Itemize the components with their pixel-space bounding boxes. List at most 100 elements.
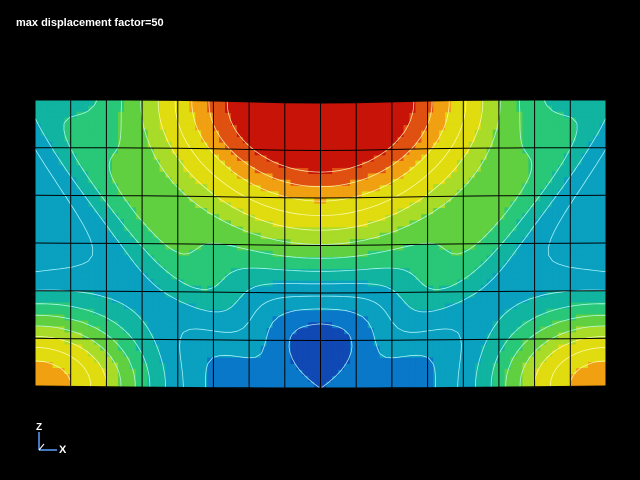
contour-cell [409, 232, 416, 239]
contour-cell [207, 267, 214, 275]
contour-cell [183, 207, 190, 215]
contour-cell [135, 332, 143, 340]
contour-cell [326, 286, 333, 294]
contour-cell [433, 279, 440, 287]
contour-cell [248, 268, 256, 276]
contour-cell [498, 374, 506, 382]
contour-cell [195, 112, 202, 120]
contour-cell [587, 356, 595, 363]
contour-cell [546, 368, 553, 376]
contour-cell [593, 195, 601, 202]
contour-cell [433, 148, 440, 155]
contour-cell [403, 363, 411, 371]
contour-cell [278, 381, 286, 389]
contour-cell [171, 279, 179, 287]
contour-cell [498, 183, 506, 191]
contour-cell [201, 255, 208, 263]
contour-cell [117, 249, 125, 256]
contour-cell [581, 189, 589, 196]
contour-cell [284, 369, 292, 377]
contour-cell [88, 135, 95, 143]
contour-cell [338, 310, 345, 318]
contour-cell [379, 375, 387, 383]
contour-cell [451, 112, 458, 119]
contour-cell [302, 334, 309, 341]
contour-cell [34, 349, 42, 357]
contour-cell [248, 107, 256, 115]
contour-cell [183, 291, 190, 299]
contour-cell [82, 260, 89, 268]
contour-cell [462, 231, 470, 239]
contour-cell [260, 322, 268, 329]
contour-cell [177, 171, 184, 179]
contour-cell [516, 159, 524, 167]
contour-cell [308, 375, 315, 383]
contour-cell [213, 100, 220, 108]
contour-cell [516, 201, 524, 208]
contour-cell [189, 381, 196, 388]
contour-cell [343, 191, 351, 199]
coordinate-triad[interactable]: Z X [36, 422, 67, 456]
contour-cell [510, 123, 518, 131]
contour-cell [326, 363, 333, 371]
contour-cell [546, 189, 553, 196]
contour-cell [546, 153, 553, 161]
contour-cell [147, 303, 155, 310]
contour-cell [385, 113, 393, 121]
contour-cell [385, 256, 393, 264]
contour-cell [492, 338, 500, 346]
contour-cell [278, 375, 286, 383]
contour-cell [391, 131, 399, 138]
contour-cell [201, 249, 208, 257]
contour-cell [171, 327, 179, 334]
contour-cell [391, 315, 399, 323]
contour-cell [46, 105, 54, 113]
fem-contour-plot[interactable]: Z X [0, 0, 640, 480]
contour-cell [403, 315, 411, 323]
contour-cell [302, 126, 309, 133]
contour-cell [343, 292, 351, 300]
contour-cell [480, 273, 488, 280]
contour-cell [171, 213, 179, 221]
contour-cell [207, 297, 214, 305]
contour-cell [284, 126, 292, 133]
contour-cell [552, 147, 559, 155]
contour-cell [225, 214, 232, 222]
contour-cell [260, 208, 268, 216]
contour-cell [391, 166, 399, 174]
contour-cell [445, 189, 452, 197]
contour-cell [581, 171, 589, 178]
viewport[interactable]: max displacement factor=50 Z X [0, 0, 640, 480]
contour-cell [278, 149, 286, 157]
contour-cell [225, 238, 232, 245]
contour-cell [225, 285, 232, 293]
contour-cell [201, 321, 208, 329]
contour-cell [284, 322, 292, 329]
contour-cell [94, 332, 101, 340]
contour-cell [468, 165, 476, 173]
contour-cell [219, 291, 226, 299]
contour-cell [153, 219, 161, 227]
contour-cell [213, 321, 220, 329]
contour-cell [451, 339, 458, 346]
contour-cell [427, 124, 434, 132]
contour-cell [338, 114, 345, 122]
contour-cell [468, 249, 476, 257]
contour-cell [373, 226, 381, 234]
contour-cell [82, 362, 89, 369]
contour-cell [510, 320, 518, 328]
contour-cell [474, 141, 482, 149]
contour-cell [397, 107, 405, 114]
contour-cell [308, 316, 315, 323]
contour-cell [587, 373, 595, 381]
contour-cell [546, 314, 553, 322]
contour-cell [534, 350, 541, 358]
contour-cell [409, 363, 416, 371]
contour-cell [248, 161, 256, 168]
contour-cell [296, 375, 303, 383]
contour-cell [581, 99, 589, 107]
contour-cell [349, 149, 357, 157]
contour-cell [320, 304, 327, 312]
contour-cell [391, 274, 399, 281]
contour-cell [462, 129, 470, 137]
